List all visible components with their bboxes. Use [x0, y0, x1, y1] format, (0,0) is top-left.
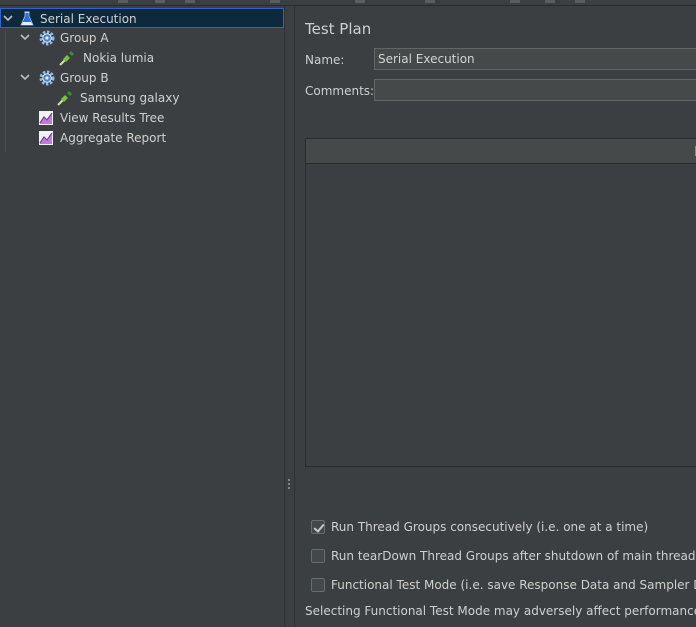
toolbar-button[interactable]	[545, 0, 555, 3]
tree-node-label: View Results Tree	[60, 111, 165, 125]
splitter-grip-dot	[288, 487, 290, 489]
toolbar-button[interactable]	[575, 0, 585, 3]
chevron-down-icon[interactable]	[19, 31, 31, 43]
test-plan-flask-icon	[20, 11, 34, 26]
thread-group-gear-icon	[39, 70, 55, 86]
tree-node-serial-execution[interactable]: Serial Execution	[0, 8, 284, 28]
panel-splitter-handle[interactable]	[285, 6, 293, 627]
functional-test-mode-checkbox[interactable]	[311, 578, 325, 592]
tree-node-samsung-galaxy[interactable]: Samsung galaxy	[0, 88, 284, 108]
toolbar-button[interactable]	[355, 0, 365, 3]
toolbar-button[interactable]	[118, 0, 128, 3]
tree-node-group-a[interactable]: Group A	[0, 28, 284, 48]
listener-chart-icon	[39, 131, 53, 145]
toolbar-button[interactable]	[510, 0, 520, 3]
option-label: Functional Test Mode (i.e. save Response…	[331, 578, 696, 592]
run-consecutively-checkbox[interactable]	[311, 520, 325, 534]
tree-node-label: Nokia lumia	[83, 51, 155, 65]
tree-node-label: Aggregate Report	[60, 131, 167, 145]
comments-label: Comments:	[305, 84, 375, 98]
tree-node-label: Group A	[60, 31, 109, 45]
chevron-down-icon[interactable]	[19, 71, 31, 83]
functional-mode-note: Selecting Functional Test Mode may adver…	[305, 604, 696, 618]
toolbar-button[interactable]	[270, 0, 280, 3]
sampler-pipette-icon	[59, 51, 74, 66]
tree-node-nokia-lumia[interactable]: Nokia lumia	[0, 48, 284, 68]
name-label: Name:	[305, 53, 345, 67]
splitter-grip-dot	[288, 479, 290, 481]
tree-node-view-results-tree[interactable]: View Results Tree	[0, 108, 284, 128]
listener-chart-icon	[39, 111, 53, 125]
tree-node-group-b[interactable]: Group B	[0, 68, 284, 88]
tree-node-label: Samsung galaxy	[80, 91, 180, 105]
panel-title: Test Plan	[305, 20, 372, 38]
tree-node-aggregate-report[interactable]: Aggregate Report	[0, 128, 284, 148]
jmeter-window: Serial Execution Group A Nokia lumia Gro…	[0, 0, 696, 627]
comments-field[interactable]	[374, 79, 696, 101]
user-defined-variables-table[interactable]	[305, 138, 696, 467]
run-teardown-checkbox[interactable]	[311, 549, 325, 563]
thread-group-gear-icon	[39, 30, 55, 46]
toolbar-button[interactable]	[155, 0, 165, 3]
test-plan-tree[interactable]: Serial Execution Group A Nokia lumia Gro…	[0, 6, 285, 627]
toolbar-button[interactable]	[185, 0, 195, 3]
tree-node-label: Serial Execution	[40, 12, 137, 26]
splitter-grip-dot	[288, 483, 290, 485]
table-header	[306, 139, 696, 164]
option-label: Run tearDown Thread Groups after shutdow…	[331, 549, 696, 563]
sampler-pipette-icon	[57, 91, 72, 106]
toolbar-button[interactable]	[425, 0, 435, 3]
name-field[interactable]: Serial Execution	[374, 48, 696, 70]
chevron-down-icon[interactable]	[2, 12, 14, 24]
test-plan-editor: Test Plan Name: Serial Execution Comment…	[294, 6, 696, 627]
option-label: Run Thread Groups consecutively (i.e. on…	[331, 520, 649, 534]
tree-node-label: Group B	[60, 71, 109, 85]
